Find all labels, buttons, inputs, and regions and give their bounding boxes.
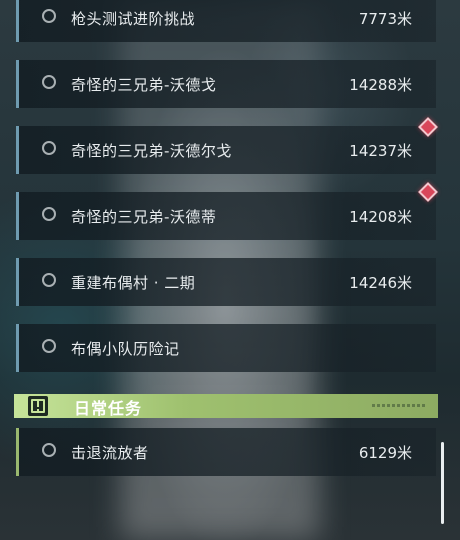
quest-row[interactable]: 布偶小队历险记: [16, 324, 436, 372]
quest-row[interactable]: 枪头测试进阶挑战 7773米: [16, 0, 436, 42]
section-title: 日常任务: [74, 399, 143, 418]
quest-status-circle-icon: [42, 75, 56, 89]
quest-name: 奇怪的三兄弟-沃德蒂: [71, 208, 217, 226]
quest-distance: 14208米: [349, 208, 412, 226]
quest-row[interactable]: 奇怪的三兄弟-沃德尔戈 14237米: [16, 126, 436, 174]
quest-name: 奇怪的三兄弟-沃德尔戈: [71, 142, 232, 160]
quest-name: 击退流放者: [71, 444, 149, 462]
quest-distance: 6129米: [358, 444, 412, 462]
quest-list: 枪头测试进阶挑战 7773米 奇怪的三兄弟-沃德戈 14288米 奇怪的三兄弟-…: [0, 0, 460, 540]
quest-status-circle-icon: [42, 9, 56, 23]
quest-row[interactable]: 奇怪的三兄弟-沃德蒂 14208米: [16, 192, 436, 240]
quest-name: 枪头测试进阶挑战: [71, 10, 196, 28]
quest-distance: 14237米: [349, 142, 412, 160]
scrollbar-thumb[interactable]: [441, 442, 444, 524]
quest-status-circle-icon: [42, 339, 56, 353]
quest-row[interactable]: 重建布偶村 · 二期 14246米: [16, 258, 436, 306]
quest-name: 重建布偶村 · 二期: [71, 274, 196, 292]
quest-name: 奇怪的三兄弟-沃德戈: [71, 76, 217, 94]
quest-status-circle-icon: [42, 141, 56, 155]
quest-row[interactable]: 奇怪的三兄弟-沃德戈 14288米: [16, 60, 436, 108]
exclamation-icon: [28, 396, 48, 416]
quest-row[interactable]: 击退流放者 6129米: [16, 428, 436, 476]
daily-quests-section-header[interactable]: 日常任务: [14, 394, 438, 418]
section-decoration: [372, 404, 426, 407]
quest-distance: 14246米: [349, 274, 412, 292]
quest-status-circle-icon: [42, 273, 56, 287]
quest-distance: 14288米: [349, 76, 412, 94]
quest-name: 布偶小队历险记: [71, 340, 180, 358]
quest-status-circle-icon: [42, 443, 56, 457]
quest-status-circle-icon: [42, 207, 56, 221]
quest-distance: 7773米: [358, 10, 412, 28]
